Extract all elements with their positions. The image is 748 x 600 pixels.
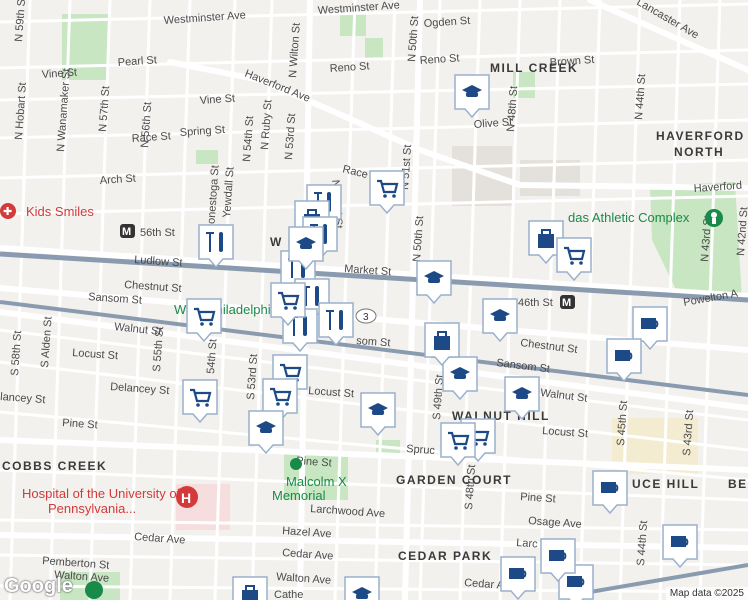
nbhd-haverford-north-1: HAVERFORD: [656, 129, 745, 143]
svg-text:H: H: [181, 490, 191, 506]
malcolm-label-2: Memorial: [272, 488, 326, 503]
cup-icon: [671, 536, 689, 547]
street-cathe: Cathe: [274, 589, 303, 600]
route-3-badge: 3: [355, 308, 377, 324]
street-s54: 54th St: [205, 339, 219, 375]
street-larc: Larc: [516, 537, 539, 550]
cup-icon: [615, 350, 633, 361]
athletic-label: das Athletic Complex: [568, 210, 690, 225]
street-arch: Arch St: [99, 173, 136, 187]
street-pine-1: Pine St: [62, 417, 98, 431]
nbhd-be: BE: [728, 477, 748, 491]
street-sansom-mid: som St: [356, 335, 391, 349]
nbhd-mill-creek: MILL CREEK: [490, 61, 578, 75]
cup-icon: [641, 318, 659, 329]
svg-text:M: M: [122, 226, 131, 238]
bag-marker-pin[interactable]: [232, 576, 268, 600]
svg-text:✚: ✚: [3, 206, 12, 218]
street-n42: N 42nd St: [735, 207, 748, 257]
cup-icon: [567, 576, 585, 587]
google-logo: Google: [4, 575, 73, 597]
street-pine-3: Pine St: [520, 491, 556, 505]
kids-smiles-label: Kids Smiles: [26, 204, 94, 219]
svg-text:M: M: [562, 297, 571, 309]
transit-46th[interactable]: 46th St M: [518, 295, 575, 309]
cup-icon: [509, 568, 527, 579]
nbhd-haverford-north-2: NORTH: [674, 145, 724, 159]
street-vine-2: Vine St: [199, 93, 235, 107]
hospital-label-1: Hospital of the University of: [22, 486, 181, 501]
nbhd-cobbs-creek: COBBS CREEK: [2, 459, 107, 473]
transit-56th-label: 56th St: [140, 227, 175, 239]
cup-icon: [549, 550, 567, 561]
map-attribution: Map data ©2025: [665, 587, 748, 600]
nbhd-spruce-hill: UCE HILL: [632, 477, 699, 491]
svg-text:3: 3: [363, 312, 369, 323]
map-canvas[interactable]: Westminster Ave Westminster Ave Ogden St…: [0, 0, 748, 600]
place-green-marker-bottom[interactable]: [85, 581, 103, 599]
nbhd-garden-court: GARDEN COURT: [396, 473, 512, 487]
malcolm-label-1: Malcolm X: [286, 474, 347, 489]
cup-icon: [601, 482, 619, 493]
street-spruce: Spruc: [406, 443, 436, 457]
transit-46th-label: 46th St: [518, 297, 553, 309]
hospital-label-2: Pennsylvania...: [48, 501, 136, 516]
nbhd-cedar-park: CEDAR PARK: [398, 549, 492, 563]
transit-56th[interactable]: M 56th St: [120, 224, 175, 239]
school-marker-pin[interactable]: [344, 576, 380, 600]
